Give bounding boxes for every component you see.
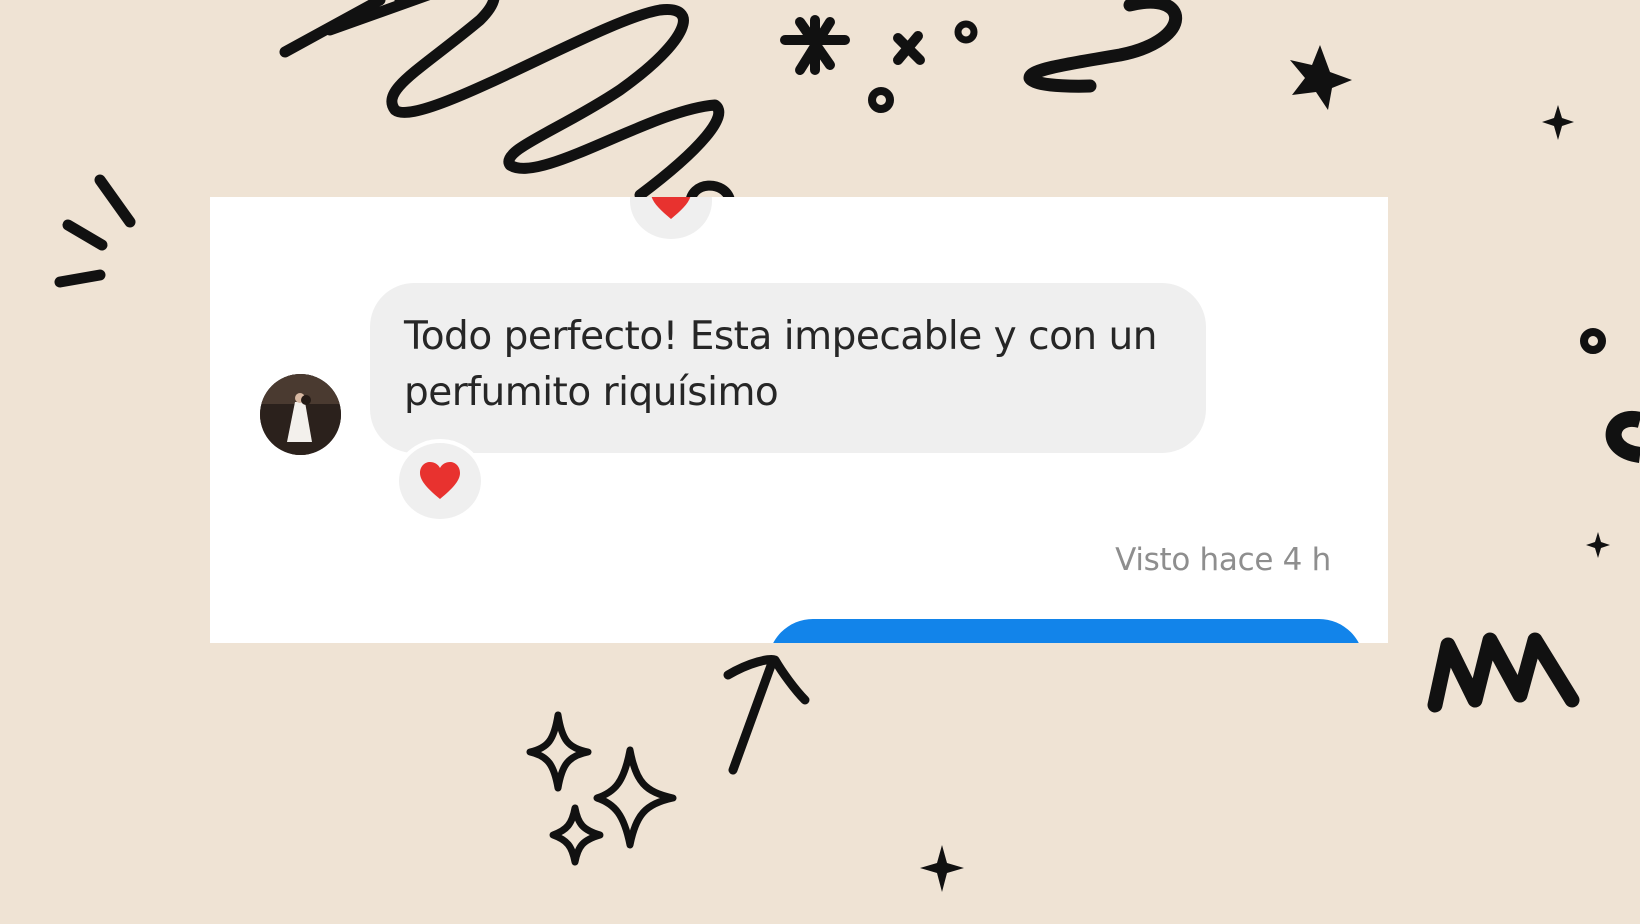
heart-reaction-icon [651,197,691,219]
avatar[interactable] [260,374,341,455]
heart-reaction-icon [420,462,460,499]
chat-panel: Todo perfecto! Esta impecable y con un p… [210,197,1388,643]
message-text: Todo perfecto! Esta impecable y con un p… [404,314,1157,415]
reaction-badge-top[interactable] [630,197,712,239]
reaction-badge[interactable] [399,443,481,519]
incoming-message-bubble[interactable]: Todo perfecto! Esta impecable y con un p… [370,283,1206,453]
outgoing-message-bubble[interactable] [768,619,1364,643]
seen-status: Visto hace 4 h [1115,542,1331,578]
avatar-photo [260,374,341,455]
